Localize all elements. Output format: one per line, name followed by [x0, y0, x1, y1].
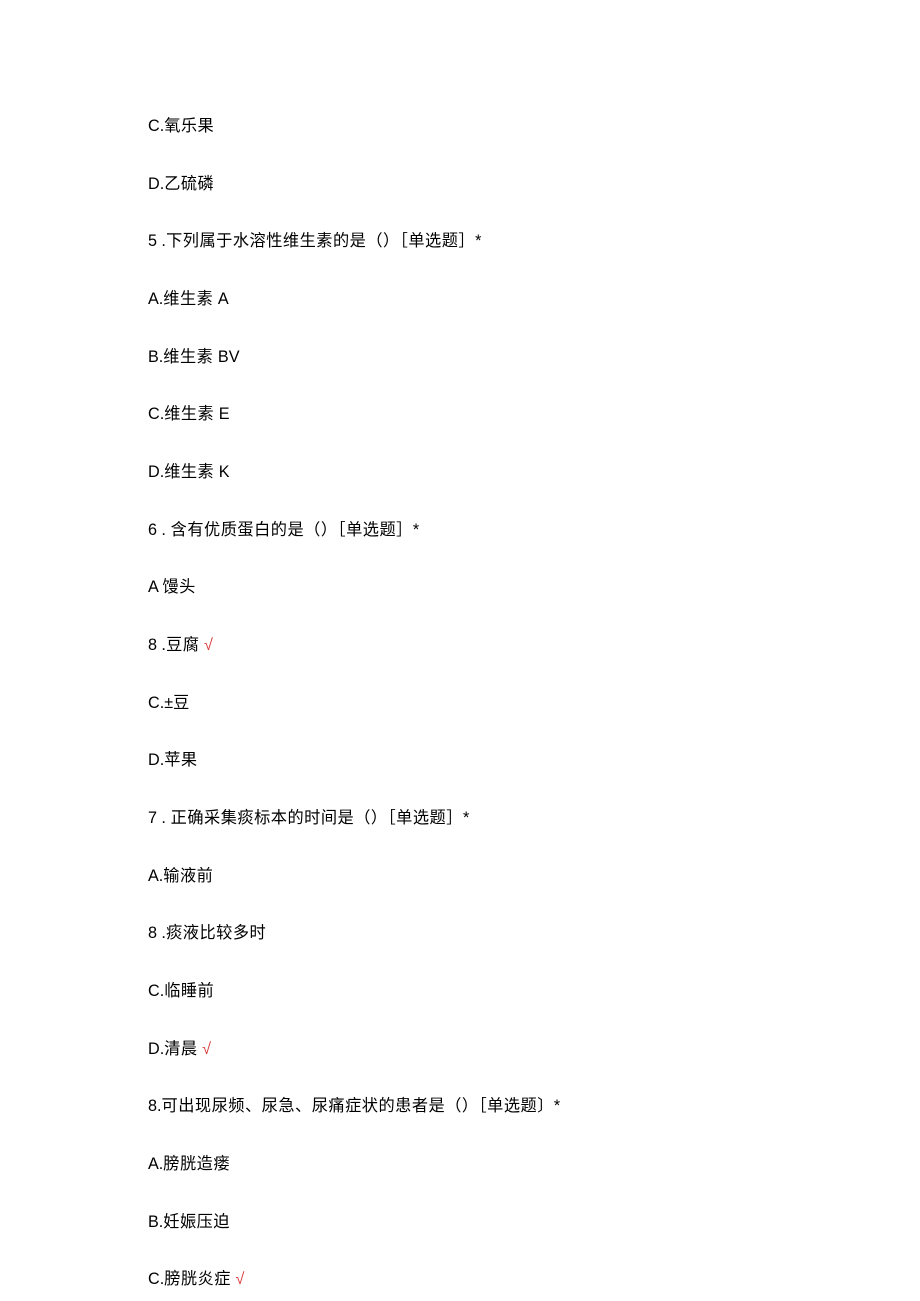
text-line: 8 .痰液比较多时 [148, 922, 772, 945]
cjk-text: 豆腐 [166, 636, 204, 654]
text-line: D.清晨 √ [148, 1038, 772, 1061]
latin-text: A. [148, 867, 163, 885]
latin-text: A. [148, 1155, 163, 1173]
cjk-text: 临睡前 [164, 982, 214, 1000]
latin-text: * [554, 1097, 560, 1115]
correct-mark: √ [235, 1270, 244, 1288]
cjk-text: 可出现尿频、尿急、尿痛症状的患者是（）［单选题〕 [162, 1097, 554, 1115]
cjk-text: . [157, 521, 171, 539]
latin-text: 8 [148, 924, 157, 942]
latin-text: K [219, 463, 230, 481]
cjk-text: 含有优质蛋白的是（）［单选题］ [171, 521, 413, 539]
document-page: C.氧乐果D.乙硫磷5 .下列属于水溶性维生素的是（）［单选题］*A.维生素 A… [0, 0, 920, 1301]
text-line: A.膀胱造瘘 [148, 1153, 772, 1176]
latin-text: * [413, 521, 419, 539]
text-line: C.氧乐果 [148, 115, 772, 138]
latin-text: D. [148, 463, 164, 481]
latin-text: A. [148, 290, 163, 308]
cjk-text: 膀胱炎症 [164, 1270, 235, 1288]
text-line: D.苹果 [148, 749, 772, 772]
text-line: 7 . 正确采集痰标本的时间是（）［单选题］* [148, 807, 772, 830]
latin-text: B. [148, 1213, 163, 1231]
latin-text: A [218, 290, 229, 308]
latin-text: C. [148, 982, 164, 1000]
latin-text: D. [148, 1040, 164, 1058]
cjk-text: 乙硫磷 [164, 175, 214, 193]
text-line: B.维生素 BV [148, 346, 772, 369]
text-line: C.维生素 E [148, 403, 772, 426]
latin-text: E [219, 405, 230, 423]
cjk-text: 维生素 [163, 290, 218, 308]
cjk-text: 输液前 [163, 867, 213, 885]
latin-text: C. [148, 1270, 164, 1288]
latin-text: A [148, 578, 162, 596]
cjk-text: 膀胱造瘘 [163, 1155, 230, 1173]
cjk-text: 维生素 [163, 348, 218, 366]
text-line: C.临睡前 [148, 980, 772, 1003]
latin-text: C. [148, 117, 164, 135]
latin-text: D. [148, 175, 164, 193]
cjk-text: 豆 [173, 694, 190, 712]
text-line: D.维生素 K [148, 461, 772, 484]
latin-text: BV [218, 348, 240, 366]
cjk-text: 正确采集痰标本的时间是（）［单选题］ [171, 809, 463, 827]
text-line: 8 .豆腐 √ [148, 634, 772, 657]
cjk-text: 馒头 [162, 578, 195, 596]
cjk-text: . [157, 924, 166, 942]
text-line: 6 . 含有优质蛋白的是（）［单选题］* [148, 519, 772, 542]
cjk-text: . [157, 232, 166, 250]
text-line: B.妊娠压迫 [148, 1211, 772, 1234]
cjk-text: 妊娠压迫 [163, 1213, 230, 1231]
latin-text: 8 [148, 636, 157, 654]
text-line: A.输液前 [148, 865, 772, 888]
cjk-text: 下列属于水溶性维生素的是（）［单选题］ [166, 232, 475, 250]
latin-text: D. [148, 751, 164, 769]
text-line: A.维生素 A [148, 288, 772, 311]
latin-text: * [475, 232, 481, 250]
text-line: C.膀胱炎症 √ [148, 1268, 772, 1291]
correct-mark: √ [202, 1040, 211, 1058]
latin-text: C. [148, 405, 164, 423]
cjk-text: 清晨 [164, 1040, 202, 1058]
cjk-text: 痰液比较多时 [166, 924, 266, 942]
latin-text: 7 [148, 809, 157, 827]
cjk-text: . [157, 636, 166, 654]
correct-mark: √ [204, 636, 213, 654]
cjk-text: 氧乐果 [164, 117, 214, 135]
text-line: C.±豆 [148, 692, 772, 715]
cjk-text: 苹果 [164, 751, 197, 769]
text-line: D.乙硫磷 [148, 173, 772, 196]
latin-text: 8. [148, 1097, 162, 1115]
latin-text: 5 [148, 232, 157, 250]
cjk-text: 维生素 [164, 463, 219, 481]
latin-text: B. [148, 348, 163, 366]
latin-text: C.± [148, 694, 173, 712]
text-line: A 馒头 [148, 576, 772, 599]
latin-text: 6 [148, 521, 157, 539]
latin-text: * [463, 809, 469, 827]
cjk-text: 维生素 [164, 405, 219, 423]
cjk-text: . [157, 809, 171, 827]
text-line: 8.可出现尿频、尿急、尿痛症状的患者是（）［单选题〕* [148, 1095, 772, 1118]
text-line: 5 .下列属于水溶性维生素的是（）［单选题］* [148, 230, 772, 253]
